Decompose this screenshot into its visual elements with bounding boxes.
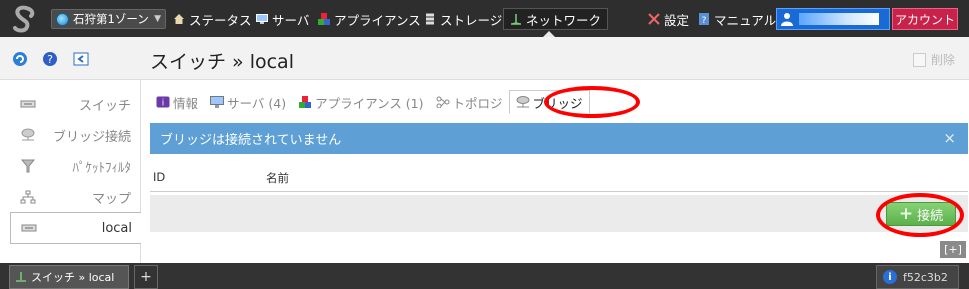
open-tab-switch-local[interactable]: スイッチ » local [9,265,129,289]
sidebar-item-label: マップ [91,191,131,207]
monitor-icon [256,14,268,24]
main-panel: スイッチ » local 削除 i 情報 サーバ (4) アプライアンス (1)… [141,37,969,263]
network-icon [16,272,26,282]
action-bar: + 接続 [150,195,968,232]
user-menu[interactable] [776,8,890,30]
column-header-id[interactable]: ID [153,170,165,184]
page-title: スイッチ » local [150,51,294,73]
alert-banner: ブリッジは接続されていません × [150,123,968,154]
annotation-circle-bridge-tab [544,86,640,118]
info-icon: i [883,270,897,284]
top-navigation-bar: 石狩第1ゾーン ▼ ステータス サーバ アプライアンス ストレージ ネットワーク… [0,0,969,37]
help-book-icon: ? [699,13,709,25]
nav-network-label: ネットワーク [526,12,602,28]
nav-appliance[interactable]: アプライアンス [318,9,421,29]
collapse-sidebar-icon[interactable] [73,51,89,67]
sidebar-item-switch[interactable]: スイッチ [0,89,141,119]
nav-storage-label: ストレージ [440,12,503,28]
tab-appliance[interactable]: アプライアンス (1) [292,90,429,114]
globe-icon [56,12,69,26]
nav-manual-label: マニュアル [714,12,777,28]
sidebar-item-map[interactable]: マップ [0,182,141,212]
monitor-icon [210,96,225,108]
nav-settings[interactable]: 設定 [648,9,689,29]
username-redacted [799,13,879,25]
zone-label: 石狩第1ゾーン [73,12,149,26]
help-icon[interactable]: ? [42,51,58,67]
tab-info[interactable]: i 情報 [150,90,204,114]
tab-label: 情報 [173,95,199,111]
map-icon [20,190,36,204]
switch-icon [20,100,36,108]
nav-appliance-label: アプライアンス [334,12,421,28]
add-tab-button[interactable]: + [134,265,158,289]
storage-icon [426,13,434,25]
tab-label: サーバ (4) [227,95,287,111]
tab-label: トポロジ [452,95,503,111]
topology-icon [436,96,450,108]
sidebar-item-local[interactable]: local [10,212,142,244]
chevron-down-icon: ▼ [154,14,161,24]
zone-selector[interactable]: 石狩第1ゾーン ▼ [51,9,166,29]
alert-message: ブリッジは接続されていません [160,133,342,148]
title-bar: スイッチ » local 削除 [141,37,969,80]
nav-storage[interactable]: ストレージ [424,9,502,29]
filter-icon [20,159,36,173]
tools-icon [648,13,660,25]
switch-icon [21,224,37,232]
home-icon [174,14,184,24]
sidebar-item-label: ブリッジ接続 [52,129,131,145]
close-icon[interactable]: × [943,129,956,147]
open-tab-label: スイッチ » local [31,271,115,284]
tab-server[interactable]: サーバ (4) [204,90,292,114]
svg-text:?: ? [47,53,53,66]
sidebar-toolbar: ? [0,37,141,80]
svg-text:?: ? [702,16,707,25]
sidebar-item-label: ﾊﾟｹｯﾄﾌｨﾙﾀ [72,160,132,176]
delete-icon [912,52,926,67]
version-info[interactable]: i f52c3b2 [876,265,959,289]
delete-button[interactable]: 削除 [912,51,955,68]
sidebar-item-label: local [101,220,132,236]
blocks-icon [299,96,312,108]
bridge-icon [516,96,530,108]
sidebar: ? スイッチ ブリッジ接続 ﾊﾟｹｯﾄﾌｨﾙﾀ マップ local [0,37,142,263]
svg-text:i: i [162,99,165,109]
version-label: f52c3b2 [903,270,948,284]
network-icon [511,14,521,25]
annotation-circle-connect-button [876,193,964,237]
tab-bar: i 情報 サーバ (4) アプライアンス (1) トポロジ ブリッジ [150,90,590,114]
user-icon [781,13,793,26]
nav-network[interactable]: ネットワーク [503,8,609,30]
nav-server-label: サーバ [272,12,310,28]
tab-topology[interactable]: トポロジ [430,90,509,114]
sidebar-item-bridge[interactable]: ブリッジ接続 [0,120,141,150]
account-button[interactable]: アカウント [892,8,958,30]
blocks-icon [318,13,330,25]
expand-button[interactable]: [+] [940,241,966,258]
sidebar-item-label: スイッチ [78,98,131,114]
sidebar-item-packet-filter[interactable]: ﾊﾟｹｯﾄﾌｨﾙﾀ [0,151,141,181]
tab-label: アプライアンス (1) [315,95,424,111]
nav-server[interactable]: サーバ [256,9,309,29]
delete-label: 削除 [930,53,955,67]
nav-status-label: ステータス [189,12,252,28]
column-header-name[interactable]: 名前 [266,170,289,186]
nav-status[interactable]: ステータス [173,9,252,29]
refresh-icon[interactable] [12,51,28,67]
table-header: ID 名前 [150,162,968,192]
bridge-icon [21,128,35,141]
app-logo-icon[interactable] [9,4,39,34]
info-icon: i [156,96,170,108]
nav-settings-label: 設定 [664,12,690,28]
bottom-bar: スイッチ » local + i f52c3b2 [0,263,969,289]
nav-manual[interactable]: ? マニュアル [698,9,776,29]
